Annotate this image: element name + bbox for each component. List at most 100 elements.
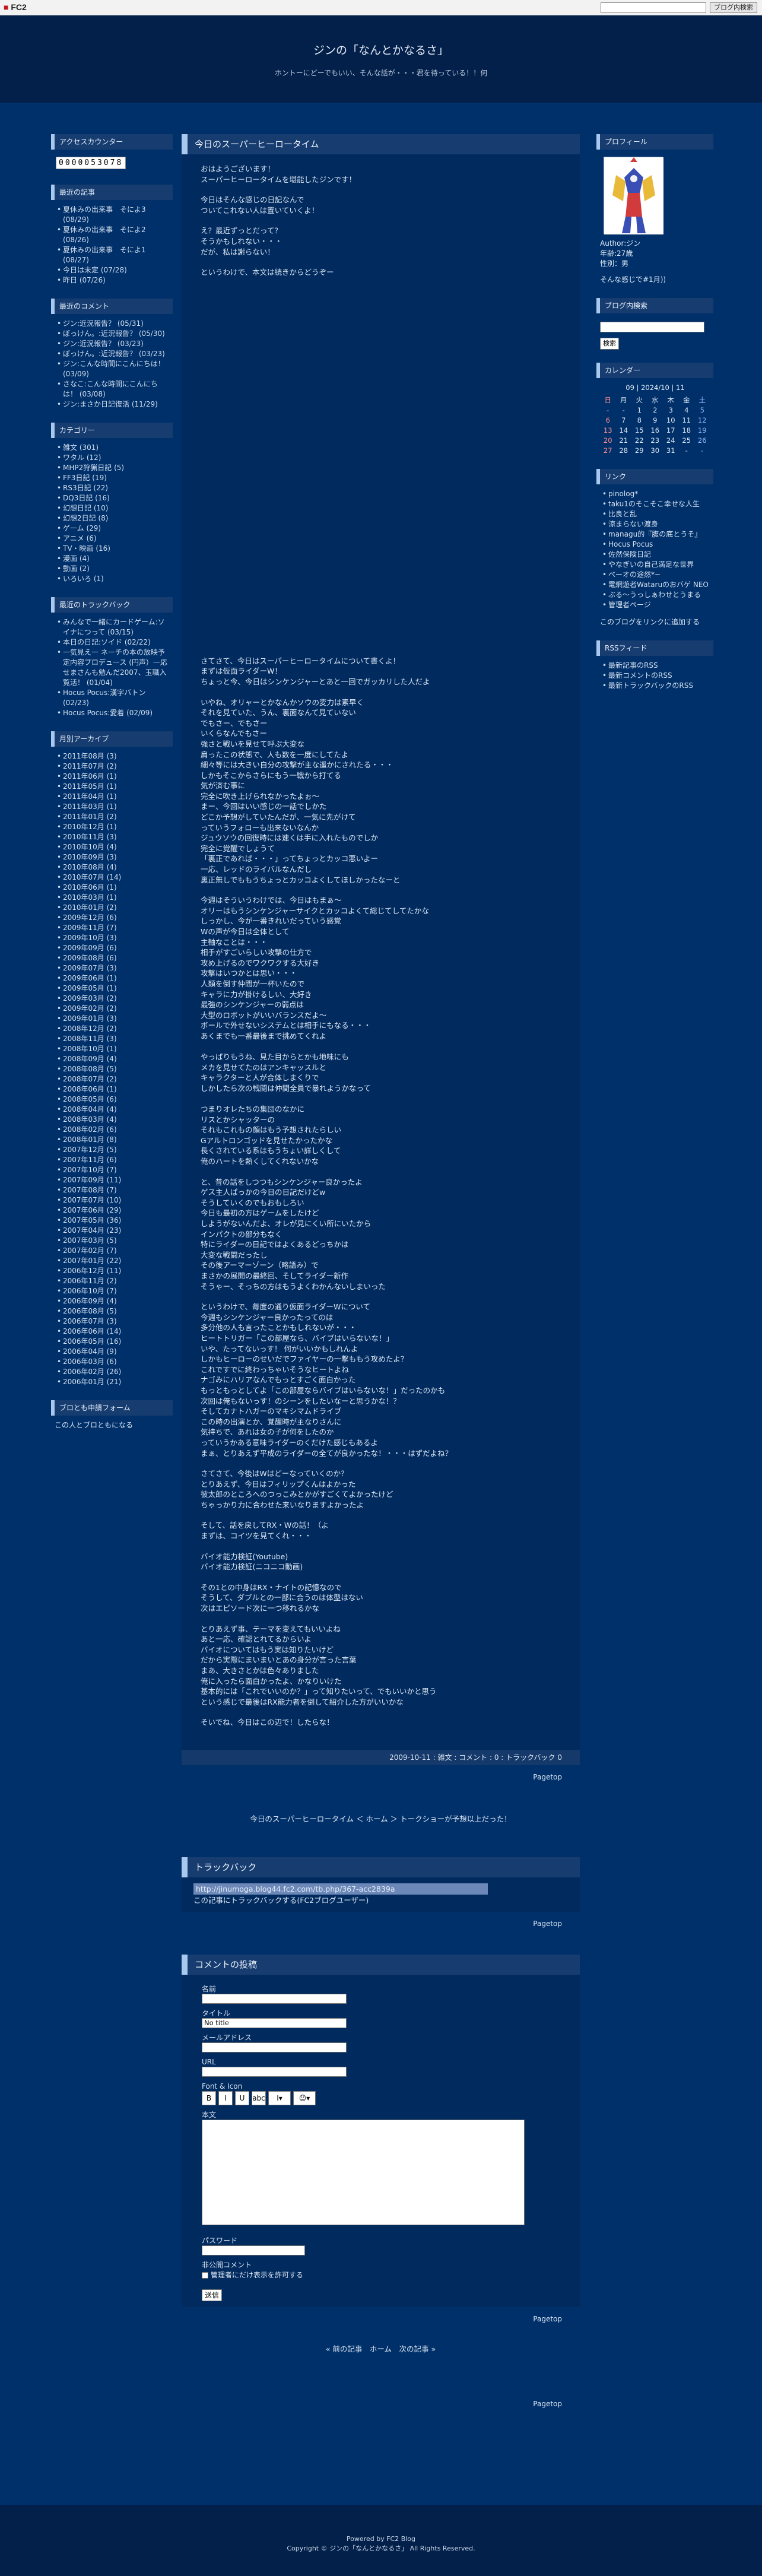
name-field[interactable]	[202, 1993, 347, 2004]
fc2-search-input[interactable]	[601, 2, 706, 13]
archive-item[interactable]: 2008年04月 (4)	[55, 1105, 169, 1115]
pagetop-link[interactable]: Pagetop	[182, 2307, 580, 2331]
archive-item[interactable]: 2010年07月 (14)	[55, 873, 169, 883]
fc2-search-button[interactable]: ブログ内検索	[710, 2, 757, 13]
category-item[interactable]: RS3日記 (22)	[55, 483, 169, 493]
archive-item[interactable]: 2008年11月 (3)	[55, 1034, 169, 1044]
archive-item[interactable]: 2009年07月 (3)	[55, 963, 169, 973]
archive-item[interactable]: 2007年05月 (36)	[55, 1216, 169, 1226]
rss-item[interactable]: 最新記事のRSS	[600, 661, 710, 671]
archive-item[interactable]: 2008年10月 (1)	[55, 1044, 169, 1054]
entry-title[interactable]: 今日のスーパーヒーロータイム	[182, 134, 580, 154]
category-item[interactable]: 幻想日記 (10)	[55, 503, 169, 513]
fc2-logo[interactable]: ■ FC2	[4, 2, 27, 13]
link-item[interactable]: Hocus Pocus	[600, 540, 710, 550]
category-item[interactable]: 雑文 (301)	[55, 443, 169, 453]
archive-item[interactable]: 2007年04月 (23)	[55, 1226, 169, 1236]
archive-item[interactable]: 2006年02月 (26)	[55, 1367, 169, 1377]
archive-item[interactable]: 2006年03月 (6)	[55, 1357, 169, 1367]
video-link[interactable]: バイオ能力検証(Youtube)	[201, 1552, 288, 1561]
format-button[interactable]: ☺▾	[293, 2090, 316, 2105]
archive-item[interactable]: 2006年09月 (4)	[55, 1296, 169, 1306]
archive-item[interactable]: 2007年09月 (11)	[55, 1175, 169, 1185]
mail-field[interactable]	[202, 2042, 347, 2052]
password-field[interactable]	[202, 2245, 305, 2255]
archive-item[interactable]: 2009年12月 (6)	[55, 913, 169, 923]
archive-item[interactable]: 2008年07月 (2)	[55, 1074, 169, 1084]
archive-item[interactable]: 2011年08月 (3)	[55, 751, 169, 762]
archive-item[interactable]: 2009年11月 (7)	[55, 923, 169, 933]
archive-item[interactable]: 2010年10月 (4)	[55, 842, 169, 852]
archive-item[interactable]: 2011年06月 (1)	[55, 772, 169, 782]
category-item[interactable]: アニメ (6)	[55, 534, 169, 544]
blog-search-input[interactable]	[600, 322, 704, 332]
archive-item[interactable]: 2008年03月 (4)	[55, 1115, 169, 1125]
archive-item[interactable]: 2011年05月 (1)	[55, 782, 169, 792]
archive-item[interactable]: 2006年11月 (2)	[55, 1276, 169, 1286]
submit-button[interactable]: 送信	[202, 2289, 223, 2301]
trackback-item[interactable]: Hocus Pocus:漢字バトン (02/23)	[55, 688, 169, 708]
powered-by[interactable]: Powered by FC2 Blog	[0, 2534, 762, 2544]
category-item[interactable]: ゲーム (29)	[55, 524, 169, 534]
archive-item[interactable]: 2007年10月 (7)	[55, 1165, 169, 1175]
archive-item[interactable]: 2007年02月 (7)	[55, 1246, 169, 1256]
archive-item[interactable]: 2011年01月 (2)	[55, 812, 169, 822]
archive-item[interactable]: 2010年08月 (4)	[55, 862, 169, 873]
archive-item[interactable]: 2008年09月 (4)	[55, 1054, 169, 1064]
recent-entry-item[interactable]: 今日は未定 (07/28)	[55, 265, 169, 275]
archive-item[interactable]: 2008年06月 (1)	[55, 1084, 169, 1095]
archive-item[interactable]: 2006年01月 (21)	[55, 1377, 169, 1387]
archive-item[interactable]: 2006年04月 (9)	[55, 1347, 169, 1357]
archive-item[interactable]: 2011年07月 (2)	[55, 762, 169, 772]
profile-link[interactable]: そんな感じで#1月))	[600, 275, 710, 285]
link-item[interactable]: taku1のそこそこ幸せな人生	[600, 499, 710, 509]
calendar-header[interactable]: 09 | 2024/10 | 11	[600, 383, 710, 393]
format-button[interactable]: I	[218, 2090, 233, 2105]
rss-item[interactable]: 最新トラックバックのRSS	[600, 681, 710, 691]
archive-item[interactable]: 2007年07月 (10)	[55, 1195, 169, 1205]
friend-request-link[interactable]: この人とブロともになる	[55, 1421, 133, 1429]
archive-item[interactable]: 2007年12月 (5)	[55, 1145, 169, 1155]
category-item[interactable]: TV・映画 (16)	[55, 544, 169, 554]
blog-title[interactable]: ジンの「なんとかなるさ」	[0, 42, 762, 58]
link-item[interactable]: pinolog*	[600, 489, 710, 499]
bottom-nav[interactable]: « 前の記事 ホーム 次の記事 »	[182, 2343, 580, 2354]
secret-checkbox[interactable]	[202, 2272, 208, 2279]
category-item[interactable]: 動画 (2)	[55, 564, 169, 574]
archive-item[interactable]: 2006年10月 (7)	[55, 1286, 169, 1296]
video-link[interactable]: バイオ能力検証(ニコニコ動画)	[201, 1562, 303, 1571]
archive-item[interactable]: 2006年05月 (16)	[55, 1337, 169, 1347]
archive-item[interactable]: 2009年01月 (3)	[55, 1014, 169, 1024]
archive-item[interactable]: 2007年06月 (29)	[55, 1205, 169, 1216]
link-item[interactable]: 電網遊者Wataruのおバゲ NEO	[600, 580, 710, 590]
archive-item[interactable]: 2008年05月 (6)	[55, 1095, 169, 1105]
link-item[interactable]: 佐然保険日記	[600, 550, 710, 560]
trackback-item[interactable]: みんなで一緒にカードゲーム:ソイナにつって (03/15)	[55, 617, 169, 637]
archive-item[interactable]: 2009年02月 (2)	[55, 1004, 169, 1014]
archive-item[interactable]: 2010年11月 (3)	[55, 832, 169, 842]
archive-item[interactable]: 2011年04月 (1)	[55, 792, 169, 802]
category-item[interactable]: MHP2狩猟日記 (5)	[55, 463, 169, 473]
link-item[interactable]: 比良と乱	[600, 509, 710, 519]
archive-item[interactable]: 2009年09月 (6)	[55, 943, 169, 953]
comment-body-textarea[interactable]	[202, 2119, 525, 2225]
recent-comment-item[interactable]: さなこ:こんな時間にこんにちは！ (03/08)	[55, 379, 169, 399]
pagetop-link[interactable]: Pagetop	[182, 2392, 580, 2416]
archive-item[interactable]: 2007年08月 (7)	[55, 1185, 169, 1195]
archive-item[interactable]: 2007年01月 (22)	[55, 1256, 169, 1266]
blog-search-button[interactable]: 検索	[600, 338, 619, 350]
trackback-link[interactable]: この記事にトラックバックする(FC2ブログユーザー)	[193, 1896, 369, 1905]
add-link[interactable]: このブログをリンクに追加する	[600, 617, 710, 627]
archive-item[interactable]: 2006年07月 (3)	[55, 1316, 169, 1327]
recent-entry-item[interactable]: 夏休みの出来事 そによ1 (08/27)	[55, 245, 169, 265]
category-item[interactable]: いろいろ (1)	[55, 574, 169, 584]
pagetop-link[interactable]: Pagetop	[182, 1912, 580, 1936]
recent-entry-item[interactable]: 夏休みの出来事 そによ2 (08/26)	[55, 225, 169, 245]
archive-item[interactable]: 2009年03月 (2)	[55, 994, 169, 1004]
archive-item[interactable]: 2006年06月 (14)	[55, 1327, 169, 1337]
archive-item[interactable]: 2006年12月 (11)	[55, 1266, 169, 1276]
archive-item[interactable]: 2008年02月 (6)	[55, 1125, 169, 1135]
category-item[interactable]: 幻想2日記 (8)	[55, 513, 169, 524]
recent-comment-item[interactable]: ジン:近況報告？ (05/31)	[55, 319, 169, 329]
recent-comment-item[interactable]: ジン:こんな時間にこんにちは！ (03/09)	[55, 359, 169, 379]
